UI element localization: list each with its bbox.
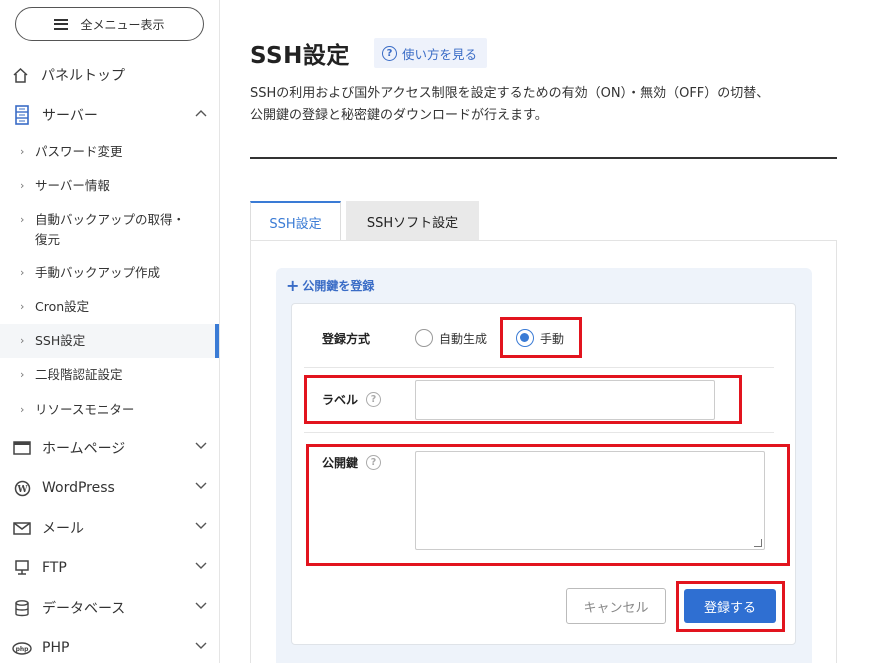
nav-mail-label: メール [42, 521, 84, 537]
row-divider [304, 367, 774, 368]
label-field-text: ラベル [322, 393, 359, 407]
nav-item-label: サーバー情報 [35, 178, 110, 193]
chevron-down-icon [195, 442, 207, 449]
php-icon: php [12, 641, 32, 655]
radio-manual-label: 手動 [540, 331, 565, 346]
chevron-down-icon [195, 562, 207, 569]
question-circle-icon: ? [382, 45, 397, 61]
register-key-card: + 公開鍵を登録 登録方式 自動生成 手動 ラベル ? 公開鍵 ? キャンセル … [276, 268, 812, 663]
tab-ssh-settings[interactable]: SSH設定 [250, 201, 341, 241]
nav-wordpress[interactable]: W WordPress [0, 468, 219, 508]
nav-item-auto-backup[interactable]: › 自動バックアップの取得・ 復元 [0, 210, 219, 250]
method-label: 登録方式 [322, 332, 371, 346]
monitor-icon [12, 560, 32, 576]
chevron-down-icon [195, 642, 207, 649]
page-title: SSH設定 [250, 43, 350, 69]
chevron-right-icon: › [20, 368, 25, 381]
nav-item-label: SSH設定 [35, 333, 86, 348]
page-description: SSHの利用および国外アクセス制限を設定するための有効（ON）・無効（OFF）の… [250, 83, 850, 127]
nav-item-2fa[interactable]: › 二段階認証設定 [0, 365, 219, 385]
svg-text:W: W [16, 485, 28, 495]
nav-wordpress-label: WordPress [42, 480, 115, 496]
chevron-down-icon [195, 602, 207, 609]
nav-php-label: PHP [42, 640, 70, 656]
radio-auto-label: 自動生成 [439, 331, 488, 346]
label-field-label: ラベル ? [322, 391, 382, 408]
register-key-heading: 公開鍵を登録 [302, 279, 375, 293]
public-key-textarea[interactable] [415, 451, 765, 550]
nav-item-label: 二段階認証設定 [35, 367, 123, 382]
nav-item-label: リソースモニター [35, 402, 135, 417]
register-key-form: 登録方式 自動生成 手動 ラベル ? 公開鍵 ? キャンセル 登録する [291, 303, 796, 645]
desc-line-2: 公開鍵の登録と秘密鍵のダウンロードが行えます。 [250, 108, 548, 123]
chevron-down-icon [195, 482, 207, 489]
radio-circle [415, 329, 433, 347]
nav-item-password[interactable]: › パスワード変更 [0, 142, 219, 162]
resize-grip-icon[interactable] [754, 539, 762, 547]
plus-icon: + [286, 276, 300, 295]
register-key-toggle[interactable]: + 公開鍵を登録 [286, 276, 374, 295]
chevron-right-icon: › [20, 266, 25, 279]
nav-item-server-info[interactable]: › サーバー情報 [0, 176, 219, 196]
nav-ftp[interactable]: FTP [0, 548, 219, 588]
nav-panel-top[interactable]: パネルトップ [0, 57, 219, 93]
nav-database-label: データベース [42, 601, 126, 617]
tab-bar: SSH設定 SSHソフト設定 [250, 201, 479, 241]
row-divider [304, 432, 774, 433]
divider [250, 157, 837, 159]
nav-homepage[interactable]: ホームページ [0, 428, 219, 468]
nav-item-ssh[interactable]: › SSH設定 [0, 324, 219, 358]
chevron-right-icon: › [20, 179, 25, 192]
public-key-field-label: 公開鍵 ? [322, 454, 382, 471]
database-icon [12, 599, 32, 617]
label-input[interactable] [415, 380, 715, 420]
nav-homepage-label: ホームページ [42, 441, 126, 457]
radio-manual[interactable]: 手動 [516, 329, 564, 347]
how-to-use-label: 使い方を見る [402, 46, 478, 62]
chevron-right-icon: › [20, 300, 25, 313]
desc-line-1: SSHの利用および国外アクセス制限を設定するための有効（ON）・無効（OFF）の… [250, 86, 770, 101]
nav-item-label-cont: 復元 [35, 232, 61, 247]
mail-icon [12, 521, 32, 535]
chevron-down-icon [195, 522, 207, 529]
nav-item-label: Cron設定 [35, 299, 90, 314]
nav-item-manual-backup[interactable]: › 手動バックアップ作成 [0, 263, 219, 283]
nav-item-label: 自動バックアップの取得・ [35, 212, 186, 227]
tab-ssh-software[interactable]: SSHソフト設定 [346, 201, 479, 241]
nav-item-label: パスワード変更 [35, 144, 123, 159]
radio-circle-checked [516, 329, 534, 347]
nav-ftp-label: FTP [42, 560, 67, 576]
cancel-button[interactable]: キャンセル [566, 588, 666, 624]
nav-item-label: 手動バックアップ作成 [35, 265, 161, 280]
question-circle-icon[interactable]: ? [366, 455, 382, 470]
chevron-up-icon [195, 110, 207, 117]
public-key-field-text: 公開鍵 [322, 456, 359, 470]
nav-panel-top-label: パネルトップ [41, 68, 125, 84]
chevron-right-icon: › [20, 213, 25, 226]
nav-item-cron[interactable]: › Cron設定 [0, 297, 219, 317]
hamburger-icon [54, 18, 69, 30]
chevron-right-icon: › [20, 334, 25, 347]
nav-php[interactable]: php PHP [0, 628, 219, 663]
nav-item-label-wrap: 自動バックアップの取得・ 復元 [35, 210, 185, 250]
nav-item-resource-monitor[interactable]: › リソースモニター [0, 400, 219, 420]
nav-mail[interactable]: メール [0, 508, 219, 548]
all-menu-label: 全メニュー表示 [80, 17, 165, 32]
svg-text:php: php [16, 646, 30, 653]
wordpress-icon: W [12, 480, 32, 497]
nav-server[interactable]: サーバー [0, 95, 219, 135]
chevron-right-icon: › [20, 145, 25, 158]
browser-window-icon [12, 441, 32, 455]
question-circle-icon[interactable]: ? [366, 392, 382, 407]
sidebar: 全メニュー表示 パネルトップ サーバー › パスワード変更 › サーバー情報 › 自動… [0, 0, 220, 663]
server-icon [12, 105, 32, 125]
register-button[interactable]: 登録する [684, 589, 776, 623]
radio-auto-generate[interactable]: 自動生成 [415, 329, 487, 347]
nav-database[interactable]: データベース [0, 588, 219, 628]
how-to-use-button[interactable]: ? 使い方を見る [374, 38, 488, 68]
chevron-right-icon: › [20, 403, 25, 416]
nav-server-label: サーバー [42, 108, 98, 124]
all-menu-button[interactable]: 全メニュー表示 [15, 7, 204, 41]
home-icon [13, 67, 28, 83]
